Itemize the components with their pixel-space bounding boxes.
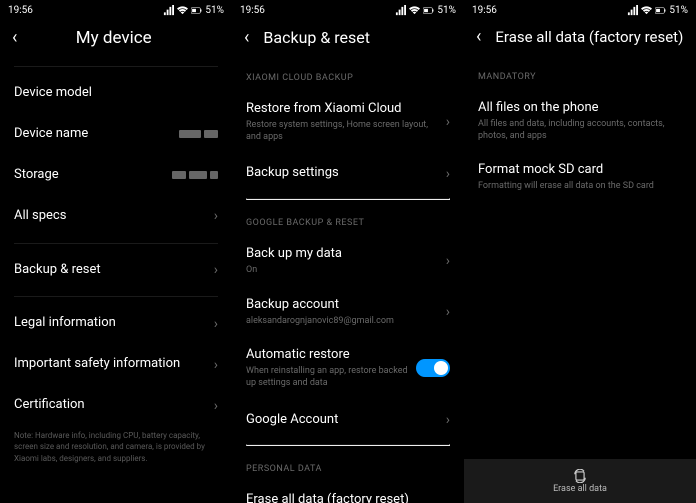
page-title: Erase all data (factory reset)	[495, 28, 683, 46]
section-mandatory: MANDATORY	[478, 58, 682, 90]
label: Certification	[14, 397, 85, 414]
label: Important safety information	[14, 356, 180, 373]
row-device-name[interactable]: Device name	[14, 114, 218, 155]
sublabel: On	[246, 265, 438, 277]
section-personal: PERSONAL DATA	[246, 450, 450, 482]
chevron-right-icon: ›	[446, 253, 450, 269]
status-time: 19:56	[240, 5, 265, 16]
wifi-icon	[641, 5, 652, 16]
battery-icon	[191, 5, 202, 16]
label: Restore from Xiaomi Cloud	[246, 101, 438, 118]
chevron-right-icon: ›	[214, 398, 218, 414]
page-title: My device	[7, 28, 220, 48]
footer-note: Note: Hardware info, including CPU, batt…	[14, 426, 218, 472]
phone-backup-reset: 19:56 51% ‹ Backup & reset XIAOMI CLOUD …	[232, 0, 464, 503]
sublabel: aleksandarognjanovic89@gmail.com	[246, 316, 438, 328]
row-backup-data[interactable]: Back up my data On ›	[246, 236, 450, 287]
row-restore-cloud[interactable]: Restore from Xiaomi Cloud Restore system…	[246, 91, 450, 153]
status-right: 51%	[163, 5, 224, 16]
value-censored	[179, 130, 218, 138]
toggle-automatic-restore[interactable]	[416, 359, 450, 377]
status-time: 19:56	[472, 5, 497, 16]
label: Automatic restore	[246, 347, 408, 364]
row-all-specs[interactable]: All specs ›	[14, 196, 218, 237]
sublabel: All files and data, including accounts, …	[478, 119, 674, 142]
row-google-account[interactable]: Google Account ›	[246, 400, 450, 441]
status-battery: 51%	[205, 5, 224, 16]
erase-all-button[interactable]: Erase all data	[464, 459, 696, 503]
status-right: 51%	[627, 5, 688, 16]
label: Backup account	[246, 297, 438, 314]
label: Legal information	[14, 315, 116, 332]
label: Storage	[14, 167, 59, 184]
value-censored	[172, 171, 218, 179]
section-xiaomi: XIAOMI CLOUD BACKUP	[246, 59, 450, 91]
row-legal[interactable]: Legal information ›	[14, 303, 218, 344]
chevron-right-icon: ›	[214, 316, 218, 332]
label: Erase all data (factory reset)	[246, 492, 438, 503]
row-format-sd: Format mock SD card Formatting will eras…	[478, 152, 682, 203]
sublabel: When reinstalling an app, restore backed…	[246, 366, 408, 389]
label: Backup & reset	[14, 262, 101, 279]
label: Google Account	[246, 412, 338, 429]
row-safety[interactable]: Important safety information ›	[14, 344, 218, 385]
chevron-right-icon: ›	[214, 262, 218, 278]
wifi-icon	[409, 5, 420, 16]
sublabel: Restore system settings, Home screen lay…	[246, 120, 438, 143]
phone-my-device: 19:56 51% ‹ My device Device model Devic…	[0, 0, 232, 503]
status-bar: 19:56 51%	[0, 0, 232, 20]
chevron-right-icon: ›	[446, 412, 450, 428]
phone-erase-all: 19:56 51% ‹ Erase all data (factory rese…	[464, 0, 696, 503]
wifi-icon	[177, 5, 188, 16]
back-icon[interactable]: ‹	[476, 28, 481, 46]
status-battery: 51%	[437, 5, 456, 16]
row-backup-reset[interactable]: Backup & reset ›	[14, 250, 218, 291]
row-storage[interactable]: Storage	[14, 155, 218, 196]
battery-icon	[655, 5, 666, 16]
status-bar: 19:56 51%	[464, 0, 696, 20]
battery-icon	[423, 5, 434, 16]
page-title: Backup & reset	[263, 28, 370, 47]
header: ‹ Erase all data (factory reset)	[464, 20, 696, 58]
row-automatic-restore[interactable]: Automatic restore When reinstalling an a…	[246, 337, 450, 399]
chevron-right-icon: ›	[214, 208, 218, 224]
label: Device model	[14, 85, 92, 102]
status-right: 51%	[395, 5, 456, 16]
label: All specs	[14, 208, 66, 225]
sublabel: Formatting will erase all data on the SD…	[478, 181, 674, 193]
signal-icon	[627, 5, 638, 16]
section-google: GOOGLE BACKUP & RESET	[246, 204, 450, 236]
status-bar: 19:56 51%	[232, 0, 464, 20]
status-time: 19:56	[8, 5, 33, 16]
header: ‹ Backup & reset	[232, 20, 464, 59]
reset-icon	[573, 469, 587, 483]
row-erase-all[interactable]: Erase all data (factory reset) Erases al…	[246, 482, 450, 503]
label: Backup settings	[246, 165, 339, 182]
signal-icon	[395, 5, 406, 16]
chevron-right-icon: ›	[446, 304, 450, 320]
label: All files on the phone	[478, 100, 674, 117]
row-device-model[interactable]: Device model	[14, 73, 218, 114]
status-battery: 51%	[669, 5, 688, 16]
label: Device name	[14, 126, 88, 143]
signal-icon	[163, 5, 174, 16]
chevron-right-icon: ›	[214, 357, 218, 373]
back-icon[interactable]: ‹	[244, 29, 249, 47]
row-certification[interactable]: Certification ›	[14, 385, 218, 426]
label: Erase all data	[553, 484, 607, 494]
label: Back up my data	[246, 246, 438, 263]
header: ‹ My device	[0, 20, 232, 60]
label: Format mock SD card	[478, 162, 674, 179]
chevron-right-icon: ›	[446, 166, 450, 182]
row-backup-settings[interactable]: Backup settings ›	[246, 153, 450, 194]
row-backup-account[interactable]: Backup account aleksandarognjanovic89@gm…	[246, 287, 450, 338]
row-all-files: All files on the phone All files and dat…	[478, 90, 682, 152]
chevron-right-icon: ›	[446, 114, 450, 130]
